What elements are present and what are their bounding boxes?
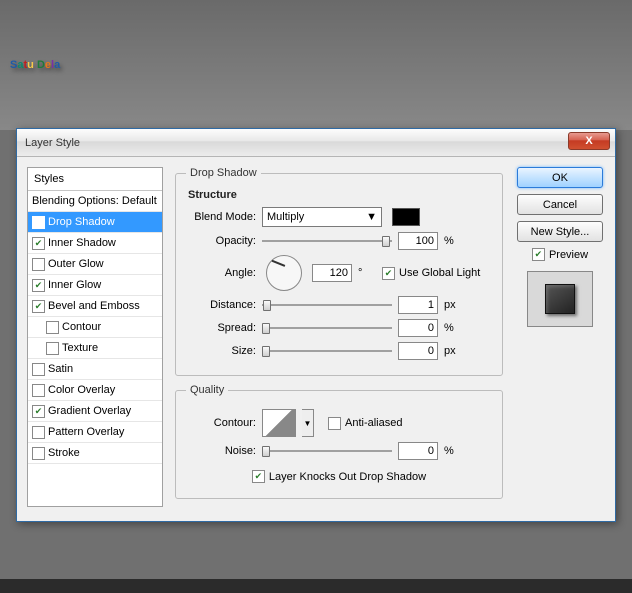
shadow-color-swatch[interactable] [392, 208, 420, 226]
checkbox-icon[interactable] [46, 342, 59, 355]
spread-label: Spread: [186, 322, 256, 334]
close-icon: X [585, 135, 592, 147]
spread-input[interactable] [398, 319, 438, 337]
dialog-title: Layer Style [25, 137, 80, 149]
noise-label: Noise: [186, 445, 256, 457]
style-row-stroke[interactable]: Stroke [28, 443, 162, 464]
checkbox-icon[interactable] [32, 216, 45, 229]
style-row-outer-glow[interactable]: Outer Glow [28, 254, 162, 275]
blend-mode-label: Blend Mode: [186, 211, 256, 223]
drop-shadow-group: Drop Shadow Structure Blend Mode: Multip… [175, 167, 503, 376]
distance-input[interactable] [398, 296, 438, 314]
style-label: Stroke [48, 447, 80, 459]
style-label: Drop Shadow [48, 216, 115, 228]
titlebar[interactable]: Layer Style X [17, 129, 615, 157]
anti-aliased-checkbox[interactable]: Anti-aliased [328, 417, 402, 430]
style-row-bevel-and-emboss[interactable]: Bevel and Emboss [28, 296, 162, 317]
styles-panel: Styles Blending Options: Default Drop Sh… [27, 167, 163, 507]
angle-dial[interactable] [266, 255, 302, 291]
checkbox-icon[interactable] [32, 405, 45, 418]
style-row-color-overlay[interactable]: Color Overlay [28, 380, 162, 401]
preview-swatch [527, 271, 593, 327]
style-row-texture[interactable]: Texture [28, 338, 162, 359]
new-style-button[interactable]: New Style... [517, 221, 603, 242]
checkbox-icon[interactable] [46, 321, 59, 334]
opacity-label: Opacity: [186, 235, 256, 247]
ok-button[interactable]: OK [517, 167, 603, 188]
right-buttons: OK Cancel New Style... Preview [515, 167, 605, 507]
style-row-gradient-overlay[interactable]: Gradient Overlay [28, 401, 162, 422]
contour-swatch[interactable] [262, 409, 296, 437]
checkbox-icon[interactable] [32, 426, 45, 439]
style-label: Contour [62, 321, 101, 333]
style-label: Inner Shadow [48, 237, 116, 249]
style-label: Bevel and Emboss [48, 300, 140, 312]
checkbox-icon[interactable] [32, 237, 45, 250]
style-row-satin[interactable]: Satin [28, 359, 162, 380]
settings-panel: Drop Shadow Structure Blend Mode: Multip… [171, 167, 507, 507]
checkbox-icon[interactable] [32, 279, 45, 292]
opacity-slider[interactable] [262, 232, 392, 250]
style-label: Gradient Overlay [48, 405, 131, 417]
style-row-drop-shadow[interactable]: Drop Shadow [28, 212, 162, 233]
checkbox-icon [532, 248, 545, 261]
preview-checkbox[interactable]: Preview [532, 248, 588, 261]
opacity-input[interactable] [398, 232, 438, 250]
checkbox-icon[interactable] [32, 300, 45, 313]
distance-label: Distance: [186, 299, 256, 311]
distance-slider[interactable] [262, 296, 392, 314]
quality-heading: Quality [186, 384, 228, 396]
style-label: Outer Glow [48, 258, 104, 270]
style-label: Color Overlay [48, 384, 115, 396]
style-label: Texture [62, 342, 98, 354]
structure-heading: Structure [188, 189, 492, 201]
size-input[interactable] [398, 342, 438, 360]
size-slider[interactable] [262, 342, 392, 360]
bottom-strip [0, 579, 632, 593]
contour-label: Contour: [186, 417, 256, 429]
angle-label: Angle: [186, 267, 256, 279]
checkbox-icon[interactable] [32, 447, 45, 460]
noise-input[interactable] [398, 442, 438, 460]
panel-title: Drop Shadow [186, 167, 261, 179]
checkbox-icon [252, 470, 265, 483]
layer-knocks-out-checkbox[interactable]: Layer Knocks Out Drop Shadow [252, 470, 426, 483]
styles-header[interactable]: Styles [28, 168, 162, 191]
chevron-down-icon: ▼ [304, 419, 312, 428]
size-label: Size: [186, 345, 256, 357]
blend-mode-dropdown[interactable]: Multiply ▼ [262, 207, 382, 227]
close-button[interactable]: X [568, 132, 610, 150]
style-row-contour[interactable]: Contour [28, 317, 162, 338]
checkbox-icon[interactable] [32, 258, 45, 271]
cancel-button[interactable]: Cancel [517, 194, 603, 215]
layer-style-dialog: Layer Style X Styles Blending Options: D… [16, 128, 616, 522]
style-row-inner-shadow[interactable]: Inner Shadow [28, 233, 162, 254]
style-label: Satin [48, 363, 73, 375]
checkbox-icon [328, 417, 341, 430]
chevron-down-icon: ▼ [366, 211, 377, 223]
spread-slider[interactable] [262, 319, 392, 337]
background-3d-text: Satu Dela [0, 0, 632, 130]
quality-group: Quality Contour: ▼ Anti-aliased Noise: %… [175, 384, 503, 499]
contour-dropdown[interactable]: ▼ [302, 409, 314, 437]
style-label: Pattern Overlay [48, 426, 124, 438]
blending-options-row[interactable]: Blending Options: Default [28, 191, 162, 212]
noise-slider[interactable] [262, 442, 392, 460]
use-global-light-checkbox[interactable]: Use Global Light [382, 267, 480, 280]
angle-input[interactable] [312, 264, 352, 282]
checkbox-icon[interactable] [32, 384, 45, 397]
style-label: Inner Glow [48, 279, 101, 291]
style-row-inner-glow[interactable]: Inner Glow [28, 275, 162, 296]
checkbox-icon [382, 267, 395, 280]
checkbox-icon[interactable] [32, 363, 45, 376]
style-row-pattern-overlay[interactable]: Pattern Overlay [28, 422, 162, 443]
